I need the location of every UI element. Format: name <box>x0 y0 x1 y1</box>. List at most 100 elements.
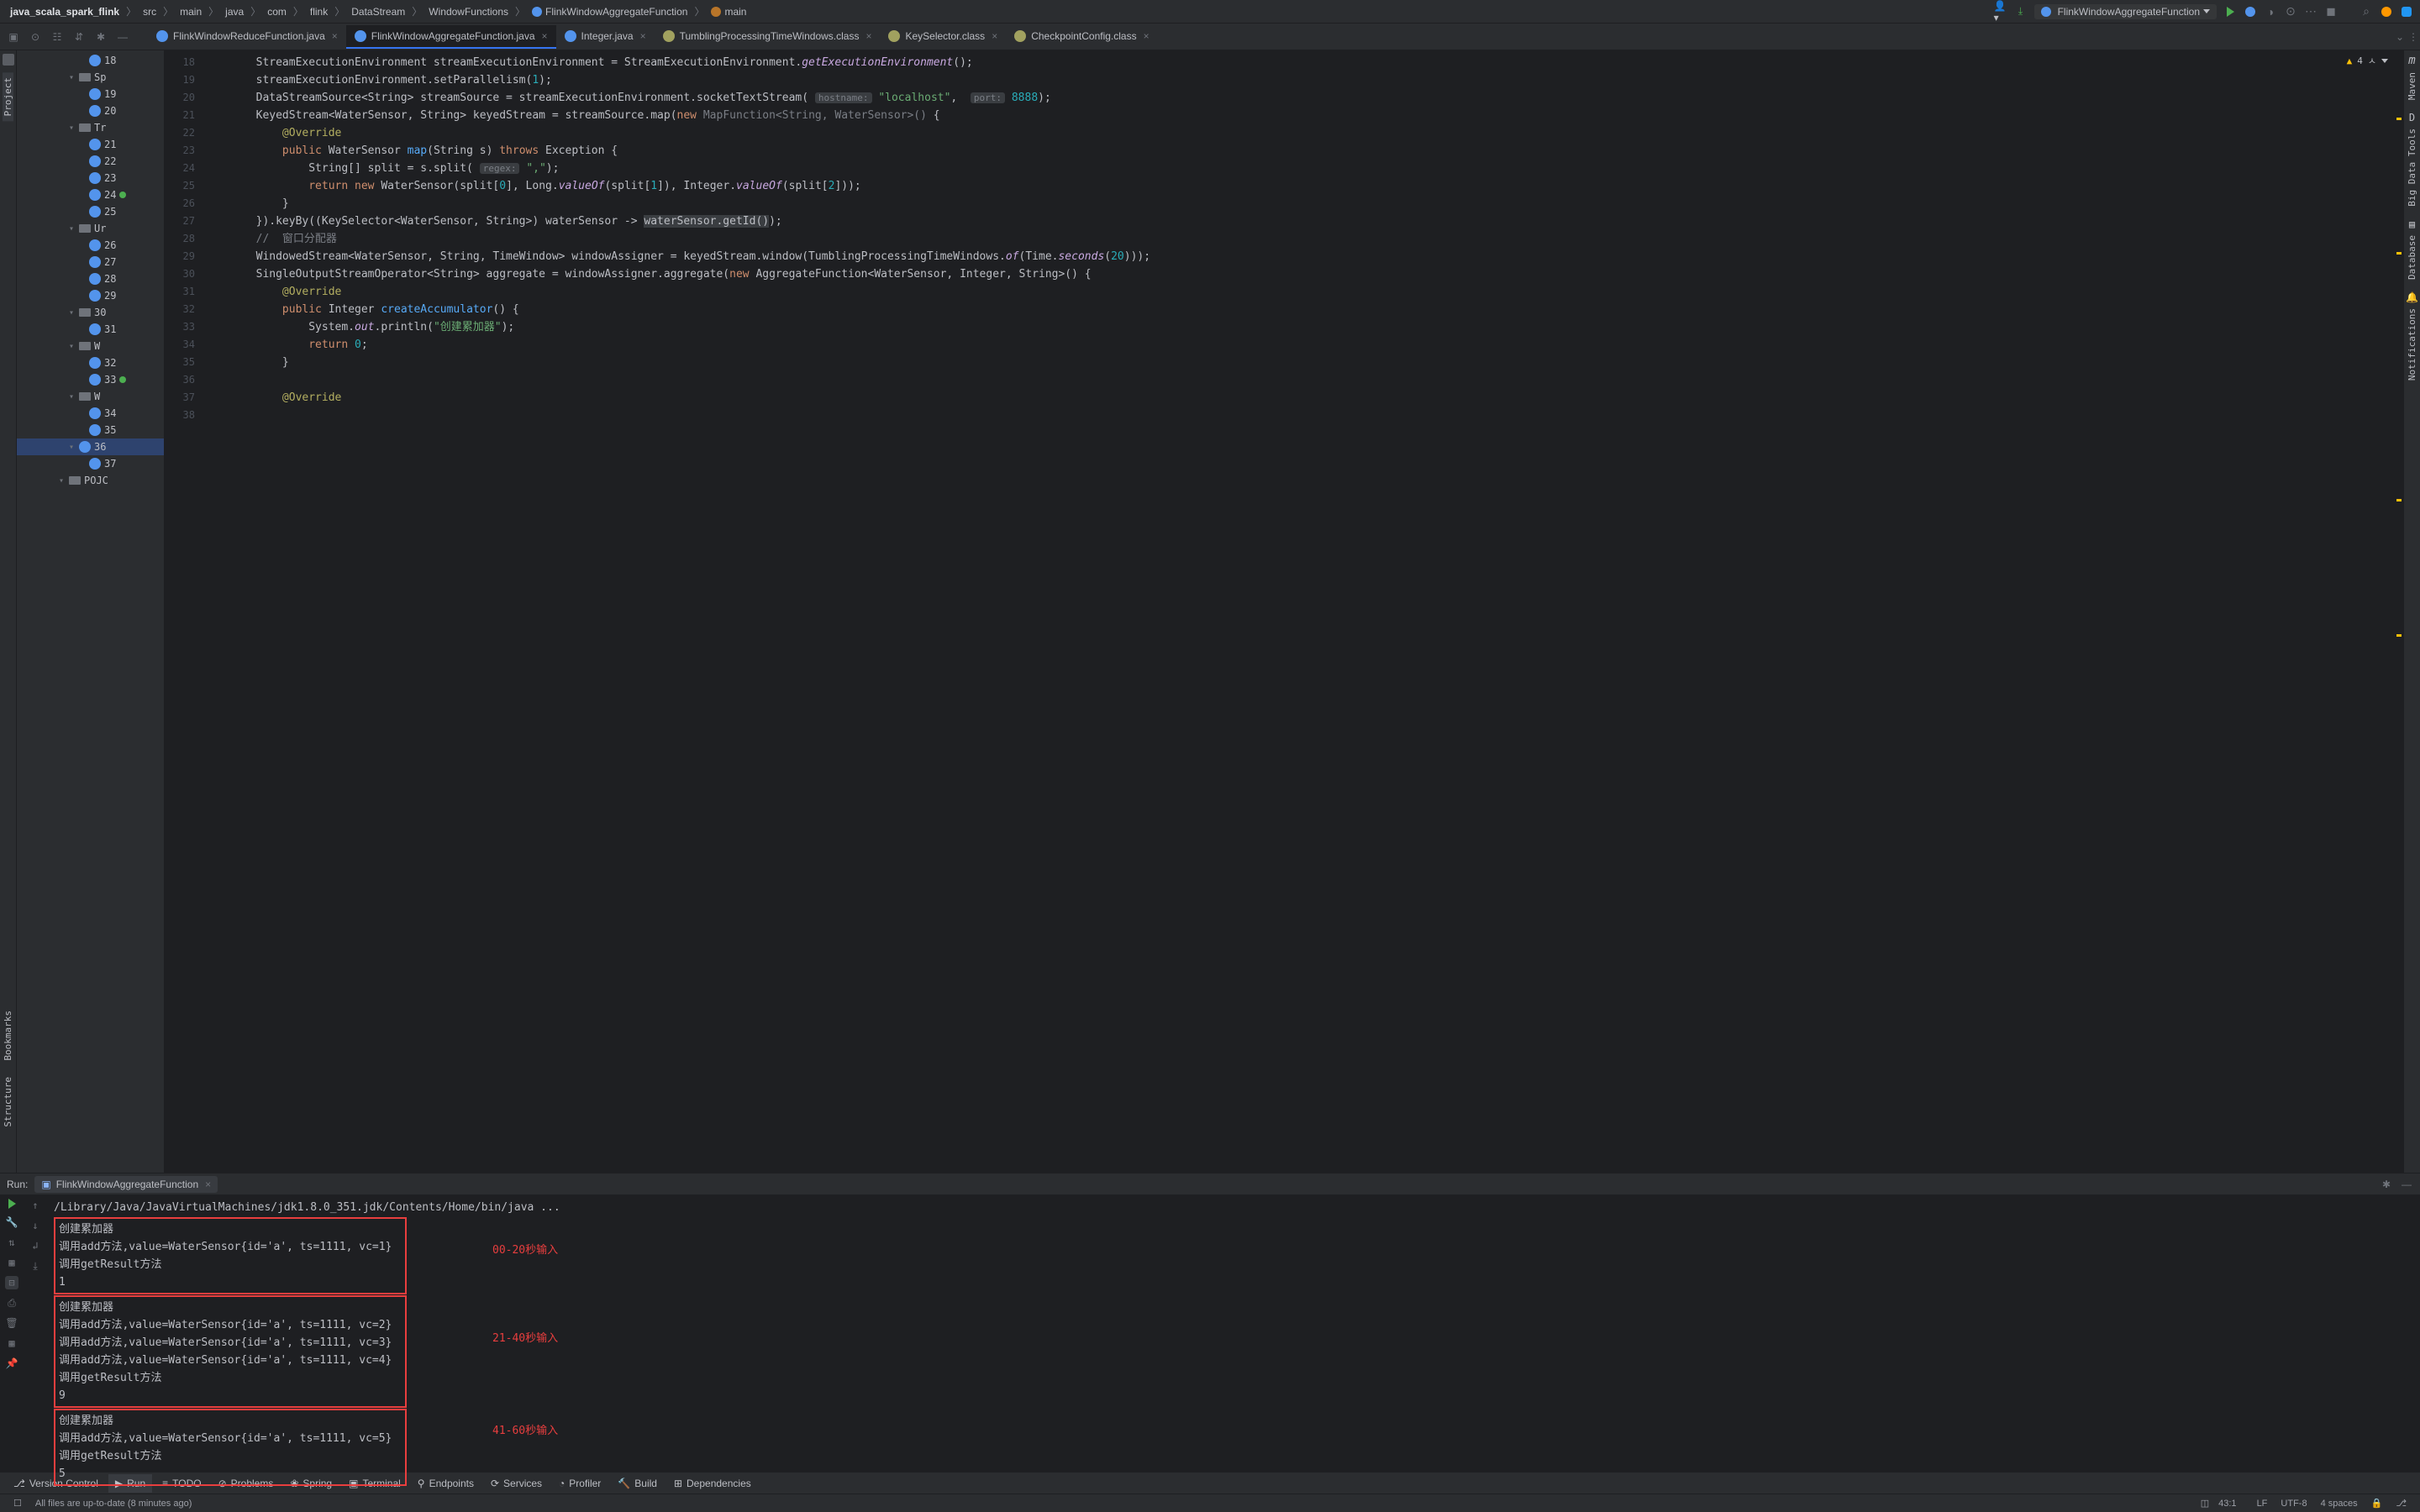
select-opened-icon[interactable]: ⊙ <box>29 30 42 44</box>
breadcrumb-com[interactable]: com <box>264 4 290 19</box>
notifications-icon[interactable]: 🔔 <box>2406 291 2418 303</box>
sidebar-structure[interactable]: Structure <box>3 1072 13 1132</box>
debug-button[interactable] <box>2244 5 2257 18</box>
tree-row[interactable]: 26 <box>17 237 164 254</box>
profile-button[interactable]: ⊙ <box>2284 5 2297 18</box>
run-panel-tab[interactable]: ▣ FlinkWindowAggregateFunction × <box>34 1176 218 1193</box>
tree-row[interactable]: ▾Tr <box>17 119 164 136</box>
code-area[interactable]: StreamExecutionEnvironment streamExecuti… <box>203 50 2403 1173</box>
scroll-up-icon[interactable]: ↑ <box>29 1199 42 1212</box>
pin-icon[interactable]: 📌 <box>5 1357 18 1370</box>
project-view-icon[interactable]: ▣ <box>7 30 20 44</box>
tree-row[interactable]: 23 <box>17 170 164 186</box>
editor-tab[interactable]: KeySelector.class× <box>880 25 1006 49</box>
wrench-icon[interactable]: 🔧 <box>5 1215 18 1229</box>
sidebar-bigdata[interactable]: Big Data Tools <box>2407 123 2417 212</box>
editor-tab[interactable]: FlinkWindowAggregateFunction.java× <box>346 25 556 49</box>
run-settings-icon[interactable]: ✱ <box>2380 1178 2393 1191</box>
attach-button[interactable]: ⋯ <box>2304 5 2317 18</box>
editor-tab[interactable]: Integer.java× <box>556 25 655 49</box>
sidebar-project[interactable]: Project <box>3 72 13 121</box>
sidebar-bookmarks[interactable]: Bookmarks <box>3 1005 13 1066</box>
project-tree[interactable]: 18▾Sp1920▾Tr2122232425▾Ur26272829▾3031▾W… <box>17 50 165 1173</box>
bottom-tab-dependencies[interactable]: ⊞Dependencies <box>667 1474 758 1493</box>
lock-icon[interactable]: 🔒 <box>2365 1498 2390 1509</box>
close-icon[interactable]: × <box>1144 30 1150 42</box>
scroll-down-icon[interactable]: ↓ <box>29 1219 42 1232</box>
tree-row[interactable]: 25 <box>17 203 164 220</box>
breadcrumb-windowfunctions[interactable]: WindowFunctions <box>425 4 512 19</box>
sidebar-maven[interactable]: Maven <box>2407 67 2417 105</box>
tree-row[interactable]: ▾30 <box>17 304 164 321</box>
sidebar-notifications[interactable]: Notifications <box>2407 303 2417 386</box>
bigdata-icon[interactable]: D <box>2409 112 2415 123</box>
tree-row[interactable]: 34 <box>17 405 164 422</box>
tree-row[interactable]: 22 <box>17 153 164 170</box>
close-icon[interactable]: × <box>205 1179 211 1190</box>
avatar-blue[interactable] <box>2400 5 2413 18</box>
status-indent[interactable]: 4 spaces <box>2314 1499 2365 1509</box>
tree-row[interactable]: ▾36 <box>17 438 164 455</box>
tree-row[interactable]: ▾Sp <box>17 69 164 86</box>
editor-tab[interactable]: CheckpointConfig.class× <box>1006 25 1157 49</box>
tree-row[interactable]: ▾W <box>17 388 164 405</box>
tree-row[interactable]: 19 <box>17 86 164 102</box>
user-icon[interactable]: 👤▾ <box>1994 5 2007 18</box>
bottom-tab-services[interactable]: ⟳Services <box>484 1474 549 1493</box>
step-icon[interactable]: ⇅ <box>5 1236 18 1249</box>
scroll-end-icon[interactable]: ⤓ <box>29 1259 42 1273</box>
inspection-widget[interactable]: ▲ 4 ㅅ <box>2347 54 2388 67</box>
console-output[interactable]: /Library/Java/JavaVirtualMachines/jdk1.8… <box>47 1195 2420 1472</box>
tabs-dropdown[interactable]: ⌄ <box>2393 30 2407 44</box>
breadcrumb-java[interactable]: java <box>222 4 247 19</box>
grid-icon[interactable]: ▦ <box>5 1336 18 1350</box>
tree-row[interactable]: 27 <box>17 254 164 270</box>
database-icon[interactable]: ▤ <box>2409 218 2415 230</box>
tree-row[interactable]: 20 <box>17 102 164 119</box>
run-hide-icon[interactable]: — <box>2400 1178 2413 1191</box>
status-encoding[interactable]: UTF-8 <box>2274 1499 2313 1509</box>
bottom-tab-endpoints[interactable]: ⚲Endpoints <box>411 1474 481 1493</box>
sidebar-database[interactable]: Database <box>2407 230 2417 285</box>
breadcrumb-class[interactable]: FlinkWindowAggregateFunction <box>529 4 691 19</box>
bottom-tab-build[interactable]: 🔨Build <box>611 1474 664 1493</box>
breadcrumb-main[interactable]: main <box>176 4 205 19</box>
status-position[interactable]: ◫ 43:1 <box>2194 1498 2250 1509</box>
project-icon[interactable] <box>3 54 14 66</box>
run-button[interactable] <box>2223 5 2237 18</box>
trash-icon[interactable]: 🗑 <box>5 1316 18 1330</box>
tree-row[interactable]: 21 <box>17 136 164 153</box>
close-icon[interactable]: × <box>542 30 548 42</box>
tree-row[interactable]: ▾POJC <box>17 472 164 489</box>
tabs-options[interactable]: ⋮ <box>2407 30 2420 44</box>
tree-row[interactable]: 18 <box>17 52 164 69</box>
filter-icon[interactable]: ☷ <box>50 30 64 44</box>
editor-tab[interactable]: FlinkWindowReduceFunction.java× <box>148 25 346 49</box>
build-icon[interactable]: ⤓ <box>2014 5 2028 18</box>
status-line-sep[interactable]: LF <box>2250 1499 2275 1509</box>
tree-row[interactable]: 35 <box>17 422 164 438</box>
tree-row[interactable]: 33 <box>17 371 164 388</box>
breadcrumb-project[interactable]: java_scala_spark_flink <box>7 4 123 19</box>
breadcrumb-src[interactable]: src <box>139 4 160 19</box>
editor[interactable]: 1819202122232425262728293031323334353637… <box>165 50 2403 1173</box>
tree-row[interactable]: 32 <box>17 354 164 371</box>
coverage-button[interactable]: ◑ <box>2264 5 2277 18</box>
run-config-selector[interactable]: FlinkWindowAggregateFunction <box>2034 4 2217 19</box>
tree-row[interactable]: 28 <box>17 270 164 287</box>
avatar-orange[interactable] <box>2380 5 2393 18</box>
bottom-tab-profiler[interactable]: ◔Profiler <box>552 1474 608 1493</box>
settings-icon[interactable]: ✱ <box>94 30 108 44</box>
breadcrumb-flink[interactable]: flink <box>307 4 331 19</box>
hide-icon[interactable]: — <box>116 30 129 44</box>
close-icon[interactable]: × <box>332 30 338 42</box>
expand-icon[interactable]: ⇵ <box>72 30 86 44</box>
wrap-icon[interactable]: ↲ <box>29 1239 42 1252</box>
editor-tab[interactable]: TumblingProcessingTimeWindows.class× <box>655 25 881 49</box>
status-branch[interactable]: ⎇ <box>2389 1498 2413 1509</box>
print-icon[interactable]: ⎙ <box>5 1296 18 1310</box>
tree-row[interactable]: ▾Ur <box>17 220 164 237</box>
layout-icon[interactable]: ▦ <box>5 1256 18 1269</box>
close-icon[interactable]: × <box>865 30 871 42</box>
breadcrumb-datastream[interactable]: DataStream <box>348 4 408 19</box>
